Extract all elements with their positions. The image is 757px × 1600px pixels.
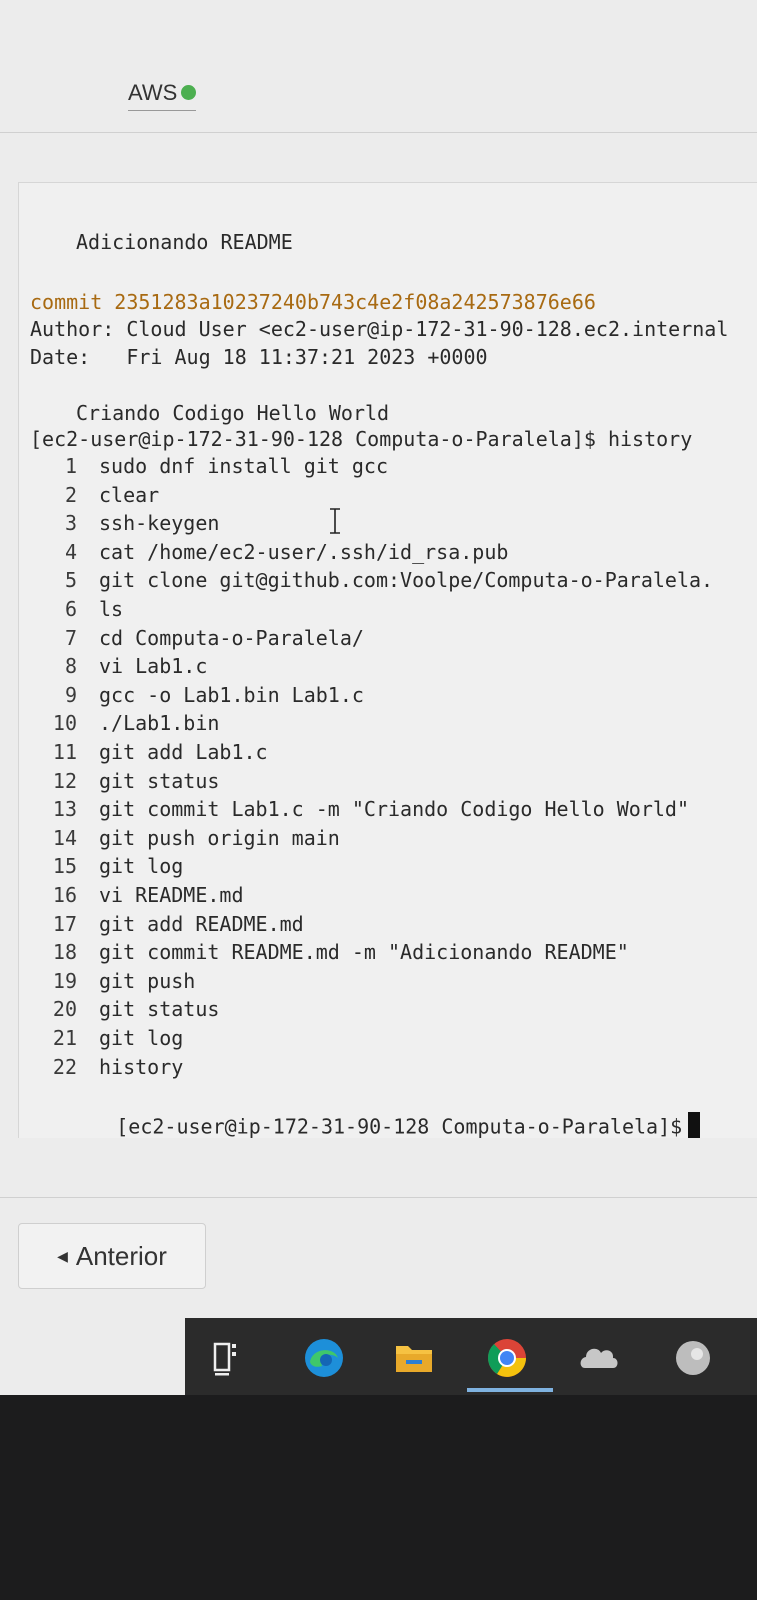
history-command: vi Lab1.c [99,654,208,679]
monitor-bezel [0,1395,757,1600]
history-number: 10 [52,711,77,736]
history-command: git push origin main [99,825,340,850]
history-command: git push [99,968,196,993]
history-entry: 1 sudo dnf install git gcc [31,454,388,478]
file-explorer-icon[interactable] [392,1336,436,1380]
history-entry: 12 git status [31,768,220,793]
history-number: 18 [52,940,77,965]
history-number: 15 [52,854,77,879]
history-number: 22 [52,1054,77,1079]
history-command: cat /home/ec2-user/.ssh/id_rsa.pub [99,539,509,564]
history-number: 16 [52,883,77,907]
active-app-indicator [467,1388,553,1392]
history-entry: 8 vi Lab1.c [31,654,207,678]
history-entry: 2 clear [31,483,159,507]
history-number: 14 [52,825,77,850]
history-number: 17 [52,911,77,936]
chrome-icon[interactable] [485,1336,529,1380]
date-line: Date: Fri Aug 18 11:37:21 2023 +0000 [30,345,488,369]
history-command: git commit README.md -m "Adicionando REA… [99,940,629,965]
history-number: 19 [52,968,77,993]
history-number: 3 [64,511,77,536]
text-cursor [688,1112,701,1138]
history-entry: 20 git status [31,997,220,1022]
history-entry: 14 git push origin main [31,826,340,850]
history-command: sudo dnf install git gcc [99,454,388,478]
history-entry: 15 git log [31,854,183,878]
commit-message-readme: Adicionando README [76,230,293,254]
history-entry: 17 git add README.md [31,912,304,936]
history-number: 20 [52,997,77,1022]
history-command: git log [99,854,184,879]
previous-label: Anterior [75,1240,167,1271]
author-line: Author: Cloud User <ec2-user@ip-172-31-9… [30,317,729,341]
history-command: git status [99,768,220,793]
history-number: 1 [64,454,77,478]
final-prompt: [ec2-user@ip-172-31-90-128 Computa-o-Par… [116,1114,683,1139]
history-entry: 22 history [31,1055,183,1079]
history-number: 9 [64,682,77,707]
history-command: ls [99,597,124,621]
history-number: 13 [52,797,77,822]
history-command: git add README.md [99,911,304,936]
history-number: 11 [52,740,77,764]
history-entry: 4 cat /home/ec2-user/.ssh/id_rsa.pub [31,540,508,564]
history-command: git add Lab1.c [99,740,268,764]
history-number: 5 [64,568,77,593]
history-entry: 21 git log [31,1026,183,1050]
history-entry: 16 vi README.md [31,883,244,907]
screen: AWS Adicionando README commit 2351283a10… [0,0,757,1395]
taskbar [185,1318,757,1395]
history-number: 8 [64,654,77,679]
history-entry: 9 gcc -o Lab1.bin Lab1.c [31,683,364,707]
divider [0,132,757,133]
edge-icon[interactable] [302,1336,346,1380]
history-command: git clone git@github.com:Voolpe/Computa-… [99,568,714,593]
prompt-history-command: [ec2-user@ip-172-31-90-128 Computa-o-Par… [30,427,693,451]
history-command: vi README.md [99,883,244,907]
ibeam-cursor-icon [330,508,340,534]
history-number: 7 [64,625,77,650]
history-entry: 11 git add Lab1.c [31,740,268,764]
history-command: ./Lab1.bin [99,711,220,736]
history-entry: 13 git commit Lab1.c -m "Criando Codigo H… [31,797,689,821]
history-entry: 7 cd Computa-o-Paralela/ [31,626,364,650]
cloud-app-icon[interactable] [577,1336,621,1380]
commit-hash-line: commit 2351283a10237240b743c4e2f08a24257… [30,290,596,314]
history-entry: 10 ./Lab1.bin [31,711,220,736]
history-number: 2 [64,482,77,507]
history-command: git commit Lab1.c -m "Criando Codigo Hel… [99,797,690,822]
history-entry: 18 git commit README.md -m "Adicionando R… [31,940,629,964]
app-icon[interactable] [671,1336,715,1380]
history-command: cd Computa-o-Paralela/ [99,625,364,650]
history-entry: 6 ls [31,597,123,621]
chevron-left-icon: ◀ [57,1247,68,1264]
history-entry: 19 git push [31,969,195,993]
history-command: clear [99,482,160,507]
history-command: ssh-keygen [99,511,220,536]
history-command: history [99,1054,184,1079]
history-command: git status [99,997,220,1022]
divider [0,1197,757,1198]
aws-status-link[interactable]: AWS [128,80,197,111]
history-entry: 5 git clone git@github.com:Voolpe/Computa… [31,568,713,592]
status-dot-icon [181,84,197,100]
history-number: 12 [52,768,77,793]
history-entry: 3 ssh-keygen [31,511,219,535]
aws-label: AWS [128,80,178,105]
terminal-output[interactable]: Adicionando README commit 2351283a102372… [18,182,757,1138]
final-prompt-line: [ec2-user@ip-172-31-90-128 Computa-o-Par… [44,1090,701,1139]
history-command: gcc -o Lab1.bin Lab1.c [99,682,364,707]
history-command: git log [99,1026,184,1050]
history-number: 21 [52,1026,77,1050]
history-number: 4 [64,539,77,564]
history-number: 6 [64,597,77,621]
previous-button[interactable]: ◀ Anterior [18,1223,206,1289]
commit-message-hello: Criando Codigo Hello World [76,401,390,425]
task-view-icon[interactable] [207,1336,251,1380]
